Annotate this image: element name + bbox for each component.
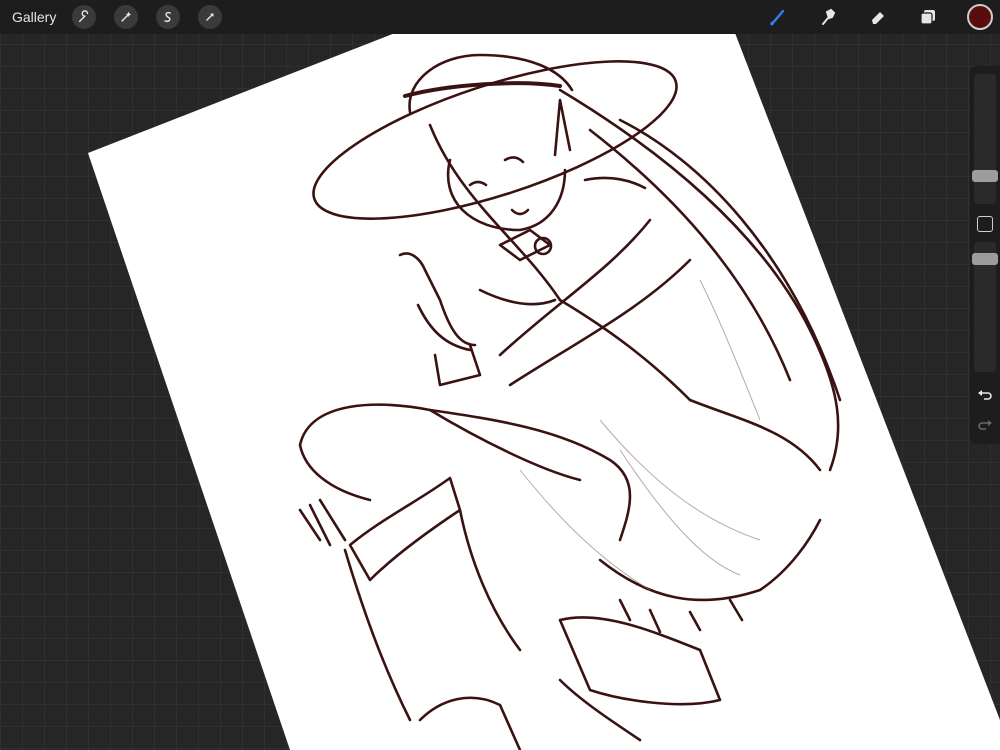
eraser-icon [872,12,884,24]
color-picker-button[interactable] [967,4,993,30]
transform-arrow-icon [206,13,214,21]
magic-wand-icon [121,11,132,22]
brush-size-thumb[interactable] [972,170,998,182]
eraser-button[interactable] [865,4,891,30]
redo-icon[interactable] [976,416,994,434]
drawing-canvas[interactable] [0,0,1000,750]
brush-size-slider[interactable] [974,74,996,204]
gallery-button[interactable]: Gallery [12,9,56,25]
modify-button[interactable] [977,216,993,232]
layers-button[interactable] [915,4,941,30]
brush-icon [769,9,785,26]
layers-icon [920,10,935,25]
opacity-thumb[interactable] [972,253,998,265]
brush-button[interactable] [765,4,791,30]
selection-s-icon [164,11,172,23]
adjustments-button[interactable] [114,5,139,29]
side-toolbar [970,66,1000,444]
smudge-button[interactable] [815,4,841,30]
actions-button[interactable] [72,5,97,29]
undo-icon[interactable] [976,386,994,404]
wrench-icon [79,10,89,23]
paper-sheet [88,33,1000,750]
selection-button[interactable] [156,5,181,29]
smudge-icon [822,8,836,25]
transform-button[interactable] [198,5,223,29]
top-toolbar: Gallery [0,0,1000,34]
right-toolset [741,0,1000,34]
